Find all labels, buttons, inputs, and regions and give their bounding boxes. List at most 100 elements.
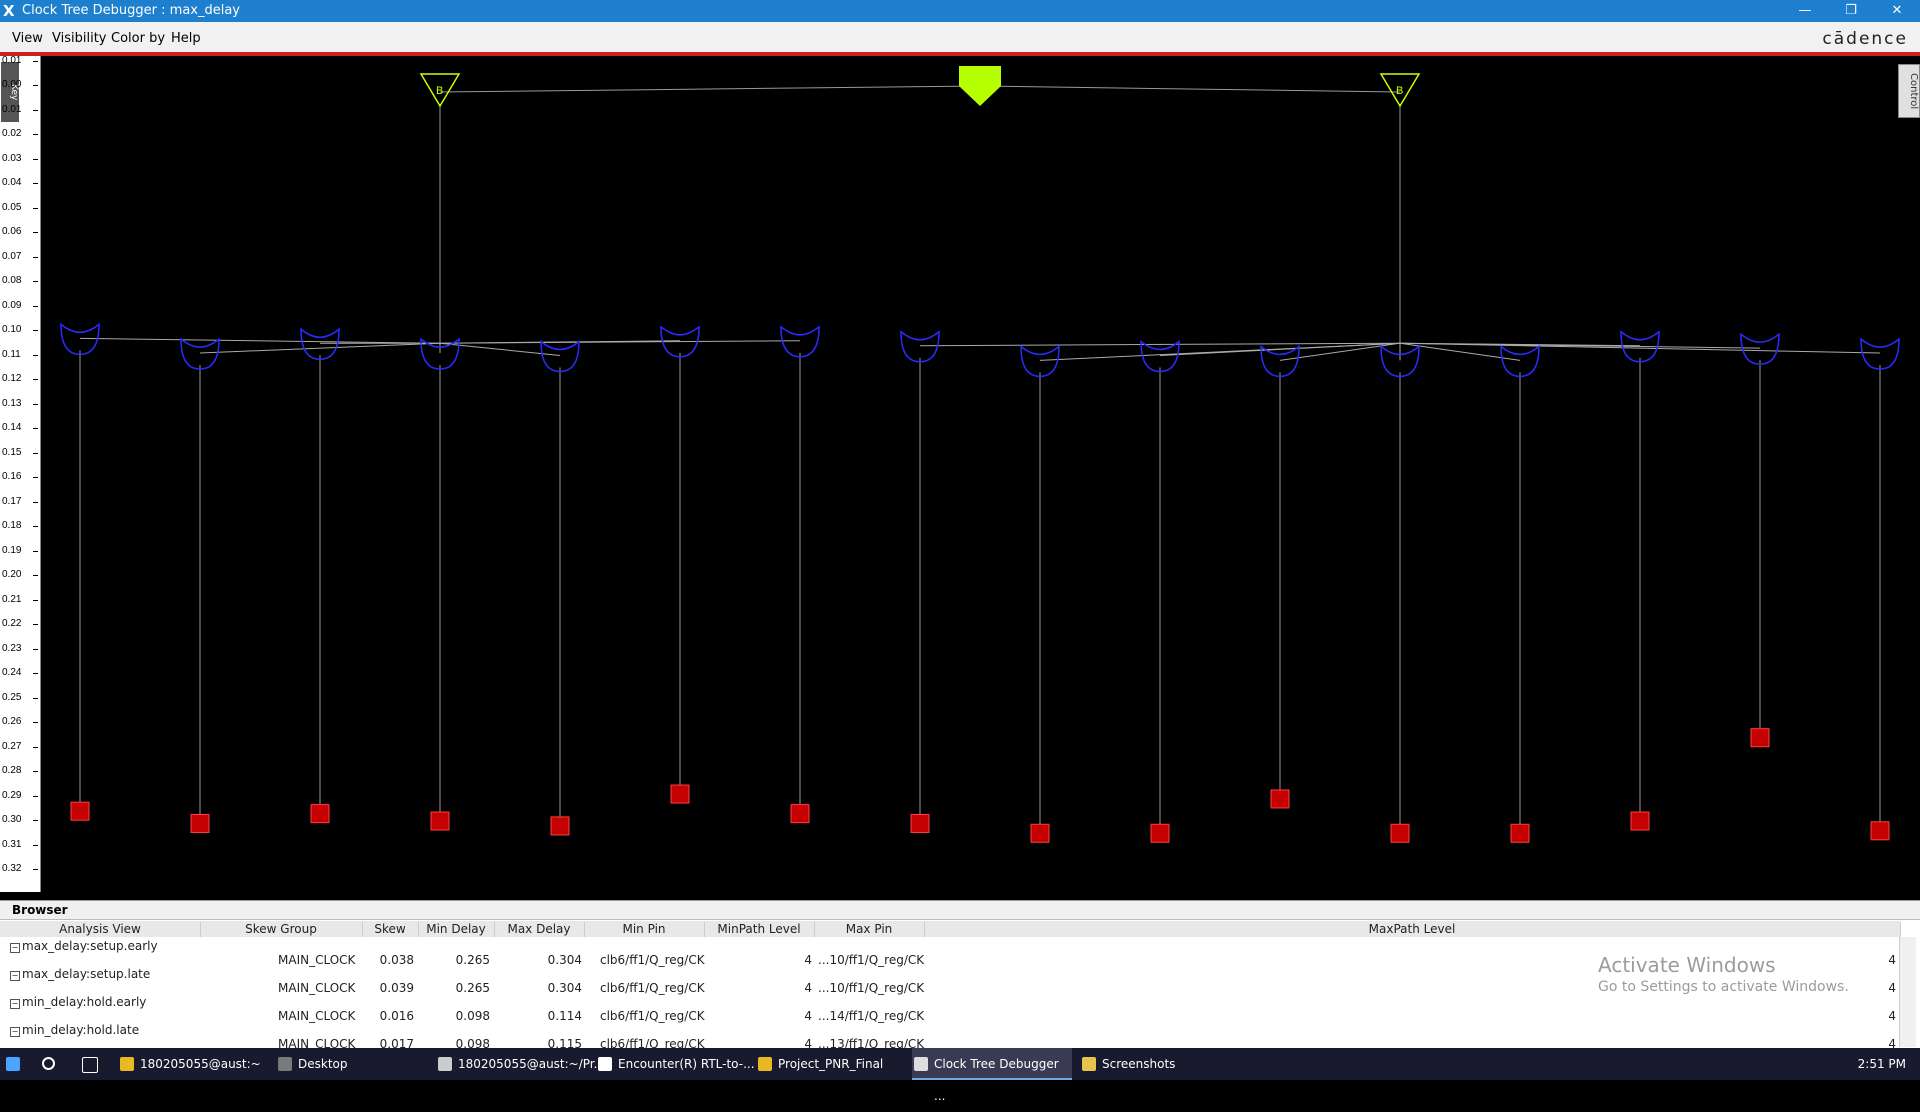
taskbar-item[interactable]: Desktop — [276, 1048, 448, 1080]
root-wire — [439, 85, 981, 93]
clock-gate — [1860, 337, 1900, 370]
cell-max: 0.304 — [547, 981, 582, 995]
flipflop-sink — [1510, 823, 1530, 843]
menu-help[interactable]: Help — [171, 31, 201, 46]
cell-min-pin: clb6/ff1/Q_reg/CK — [600, 981, 705, 995]
table-row[interactable]: − min_delay:hold.late MAIN_CLOCK 0.017 0.098… — [0, 1023, 1900, 1051]
column-header[interactable]: Max Delay — [494, 922, 585, 937]
cell-group: MAIN_CLOCK — [278, 953, 356, 967]
taskbar-item[interactable]: Clock Tree Debugger ... — [912, 1048, 1072, 1103]
collapse-icon[interactable]: − — [10, 943, 20, 953]
column-header[interactable]: MaxPath Level — [924, 922, 1901, 937]
minimize-button[interactable]: — — [1782, 0, 1828, 22]
app-icon — [120, 1057, 134, 1071]
collapse-icon[interactable]: − — [10, 1027, 20, 1037]
column-header[interactable]: Max Pin — [814, 922, 925, 937]
tree-node[interactable]: − min_delay:hold.late — [10, 1023, 139, 1037]
flipflop-sink — [790, 804, 810, 824]
clock[interactable]: 2:51 PM — [1858, 1057, 1906, 1071]
cell-min: 0.265 — [455, 953, 490, 967]
browser-scrollbar[interactable] — [1899, 937, 1916, 1047]
column-header[interactable]: Skew Group — [200, 922, 363, 937]
analysis-view-label: min_delay:hold.early — [22, 995, 147, 1009]
tree-node[interactable]: − max_delay:setup.late — [10, 967, 150, 981]
cell-min-level: 4 — [804, 953, 812, 967]
system-tray: 2:51 PM — [1858, 1057, 1906, 1071]
tree-node[interactable]: − max_delay:setup.early — [10, 939, 158, 953]
cell-min: 0.265 — [455, 981, 490, 995]
cell-min: 0.098 — [455, 1009, 490, 1023]
column-header[interactable]: MinPath Level — [704, 922, 815, 937]
cell-max-level: 4 — [1888, 953, 1896, 967]
search-icon[interactable] — [40, 1048, 82, 1080]
cell-skew: 0.016 — [379, 1009, 414, 1023]
fanout-wire — [199, 342, 441, 354]
watermark-line2: Go to Settings to activate Windows. — [1598, 979, 1849, 995]
app-icon — [278, 1057, 292, 1071]
menu-bar: View Visibility Color by Help cādence — [0, 22, 1920, 52]
taskbar-item[interactable]: Screenshots — [1080, 1048, 1242, 1080]
flipflop-sink — [310, 804, 330, 824]
column-header[interactable]: Skew — [362, 922, 419, 937]
app-icon — [914, 1057, 928, 1071]
app-icon — [758, 1057, 772, 1071]
clock-gate — [1020, 344, 1060, 378]
taskbar-item[interactable]: 180205055@aust:~/Pr... — [436, 1048, 608, 1080]
browser-panel: Browser Analysis View Skew Group Skew Min D… — [0, 900, 1920, 1051]
cell-group: MAIN_CLOCK — [278, 1009, 356, 1023]
restore-button[interactable]: ❐ — [1828, 0, 1874, 22]
taskbar-item-label: 180205055@aust:~/Pr... — [458, 1057, 606, 1071]
buffer-label: B — [436, 85, 443, 97]
activate-windows-watermark: Activate Windows Go to Settings to activ… — [1598, 953, 1849, 995]
clock-gate — [180, 337, 220, 370]
app-icon — [1082, 1057, 1096, 1071]
flipflop-sink — [1390, 823, 1410, 843]
column-header[interactable]: Min Pin — [584, 922, 705, 937]
menu-visibility[interactable]: Visibility — [52, 31, 106, 46]
cell-skew: 0.038 — [379, 953, 414, 967]
cadence-logo: cādence — [1822, 29, 1908, 49]
table-header: Analysis View Skew Group Skew Min Delay Max … — [0, 921, 1901, 937]
task-view-icon[interactable] — [80, 1048, 122, 1080]
table-row[interactable]: − min_delay:hold.early MAIN_CLOCK 0.016 0.09… — [0, 995, 1900, 1023]
taskbar-item[interactable]: Project_PNR_Final — [756, 1048, 928, 1080]
fanout-wire — [919, 342, 1401, 347]
column-header[interactable]: Min Delay — [418, 922, 495, 937]
clock-gate — [300, 327, 340, 361]
menu-color-by[interactable]: Color by — [111, 31, 165, 46]
menu-view[interactable]: View — [12, 31, 43, 46]
clock-root — [959, 66, 1001, 106]
fanout-wire — [1399, 342, 1881, 354]
tree-node[interactable]: − min_delay:hold.early — [10, 995, 146, 1009]
flipflop-sink — [1030, 823, 1050, 843]
browser-title: Browser — [12, 903, 68, 917]
cell-max-level: 4 — [1888, 981, 1896, 995]
cell-group: MAIN_CLOCK — [278, 981, 356, 995]
flipflop-sink — [550, 816, 570, 836]
taskbar-item-label: Desktop — [298, 1057, 348, 1071]
taskbar-item-label: Encounter(R) RTL-to-... — [618, 1057, 755, 1071]
flipflop-sink — [1270, 789, 1290, 809]
root-wire — [979, 85, 1401, 93]
cell-max-pin: ...14/ff1/Q_reg/CK — [818, 1009, 925, 1023]
taskbar-item[interactable]: Encounter(R) RTL-to-... — [596, 1048, 768, 1080]
cell-skew: 0.039 — [379, 981, 414, 995]
column-header[interactable]: Analysis View — [0, 922, 201, 937]
analysis-view-label: max_delay:setup.early — [22, 939, 158, 953]
collapse-icon[interactable]: − — [10, 971, 20, 981]
clock-gate — [1140, 339, 1180, 373]
clock-gate — [1260, 344, 1300, 378]
buffer-label: B — [1396, 85, 1403, 97]
clock-tree-canvas[interactable]: Key 0.01 0.00 0.01 0.02 0.03 0.04 0.05 0.06 0.07… — [0, 55, 1920, 892]
taskbar-item[interactable]: 180205055@aust:~ — [118, 1048, 288, 1080]
flipflop-sink — [1150, 823, 1170, 843]
clock-gate — [1740, 332, 1780, 365]
taskbar: 180205055@aust:~ Desktop 180205055@aust:~/… — [0, 1048, 1920, 1103]
control-tab[interactable]: Control — [1898, 64, 1920, 118]
flipflop-sink — [1750, 728, 1770, 748]
analysis-view-label: min_delay:hold.late — [22, 1023, 140, 1037]
close-button[interactable]: ✕ — [1874, 0, 1920, 22]
cell-min-pin: clb6/ff1/Q_reg/CK — [600, 953, 705, 967]
flipflop-sink — [1870, 821, 1890, 841]
collapse-icon[interactable]: − — [10, 999, 20, 1009]
